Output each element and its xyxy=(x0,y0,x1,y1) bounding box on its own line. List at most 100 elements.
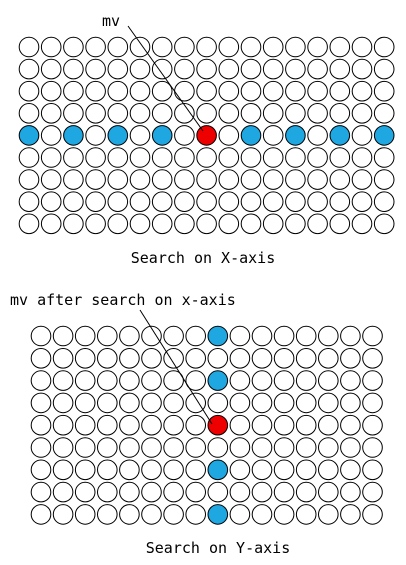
grid-cell xyxy=(151,213,173,235)
grid-cell xyxy=(340,437,361,458)
motion-vector-cell xyxy=(207,414,229,436)
grid-cell xyxy=(107,191,129,212)
grid-cell xyxy=(196,213,217,235)
grid-cell xyxy=(218,80,240,102)
grid-cell xyxy=(107,58,129,80)
grid-cell xyxy=(373,36,395,58)
grid-cell xyxy=(262,213,284,235)
grid-cell xyxy=(151,103,173,124)
grid-cell xyxy=(218,169,240,190)
grid-cell xyxy=(273,414,295,436)
grid-cell xyxy=(329,36,351,58)
grid-cell xyxy=(196,147,217,168)
grid-cell xyxy=(129,125,151,146)
grid-cell xyxy=(262,103,284,124)
grid-cell xyxy=(251,370,273,391)
grid-cell xyxy=(107,103,129,124)
grid-cell xyxy=(85,125,106,146)
grid-cell xyxy=(251,437,273,458)
grid-cell xyxy=(373,147,395,168)
grid-cell xyxy=(119,392,140,414)
grid-cell xyxy=(30,481,52,503)
search-point-cell xyxy=(207,504,229,525)
grid-cell xyxy=(318,504,339,525)
grid-cell xyxy=(196,103,217,124)
grid-cell xyxy=(107,80,129,102)
grid-cell xyxy=(207,437,229,458)
grid-cell xyxy=(141,348,162,369)
grid-cell xyxy=(285,191,306,212)
grid-cell xyxy=(129,36,151,58)
grid-cell xyxy=(373,169,395,190)
grid-cell xyxy=(362,348,383,369)
grid-cell xyxy=(85,169,106,190)
grid-cell xyxy=(218,191,240,212)
grid-cell xyxy=(329,103,351,124)
grid-cell xyxy=(74,392,96,414)
grid-cell xyxy=(307,191,328,212)
grid-cell xyxy=(218,36,240,58)
grid-cell xyxy=(30,348,52,369)
grid-cell xyxy=(30,414,52,436)
grid-cell xyxy=(40,36,62,58)
grid-cell xyxy=(307,80,328,102)
grid-cell xyxy=(52,437,74,458)
grid-cell xyxy=(240,169,262,190)
grid-cell xyxy=(273,392,295,414)
grid-cell xyxy=(218,58,240,80)
grid-cell xyxy=(163,459,184,481)
grid-cell xyxy=(40,125,62,146)
grid-cell xyxy=(97,392,118,414)
grid-cell xyxy=(251,414,273,436)
grid-cell xyxy=(119,325,140,347)
grid-cell xyxy=(340,392,361,414)
search-point-cell xyxy=(207,325,229,347)
grid-cell xyxy=(141,459,162,481)
grid-cell xyxy=(362,392,383,414)
grid-cell xyxy=(174,147,195,168)
grid-cell xyxy=(40,103,62,124)
grid-cell xyxy=(119,414,140,436)
grid-cell xyxy=(340,348,361,369)
grid-cell xyxy=(318,481,339,503)
grid-cell xyxy=(196,169,217,190)
grid-cell xyxy=(107,213,129,235)
grid-cell xyxy=(52,370,74,391)
grid-cell xyxy=(295,348,317,369)
grid-cell xyxy=(85,147,106,168)
grid-cell xyxy=(63,58,84,80)
grid-cell xyxy=(218,213,240,235)
grid-cell xyxy=(229,325,251,347)
grid-cell xyxy=(141,504,162,525)
grid-cell xyxy=(151,169,173,190)
grid-cell xyxy=(218,103,240,124)
grid-cell xyxy=(340,370,361,391)
search-point-cell xyxy=(207,370,229,391)
grid-cell xyxy=(229,414,251,436)
grid-cell xyxy=(174,58,195,80)
grid-cell xyxy=(295,481,317,503)
grid-cell xyxy=(273,437,295,458)
grid-cell xyxy=(97,481,118,503)
grid-cell xyxy=(141,414,162,436)
grid-cell xyxy=(295,504,317,525)
grid-cell xyxy=(285,58,306,80)
grid-cell xyxy=(318,348,339,369)
grid-cell xyxy=(185,325,206,347)
grid-cell xyxy=(229,392,251,414)
grid-cell xyxy=(329,213,351,235)
grid-cell xyxy=(163,325,184,347)
grid-cell xyxy=(63,169,84,190)
grid-cell xyxy=(351,125,373,146)
grid-cell xyxy=(240,80,262,102)
y-axis-search-grid xyxy=(30,325,383,525)
grid-cell xyxy=(351,58,373,80)
grid-cell xyxy=(129,191,151,212)
grid-cell xyxy=(351,36,373,58)
grid-cell xyxy=(295,325,317,347)
grid-cell xyxy=(307,36,328,58)
grid-cell xyxy=(362,481,383,503)
grid-cell xyxy=(52,348,74,369)
grid-cell xyxy=(273,370,295,391)
grid-cell xyxy=(251,481,273,503)
